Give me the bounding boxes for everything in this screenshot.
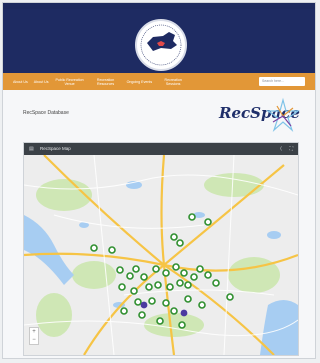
page: About Us About Us Public Recreation Venu…	[2, 2, 316, 359]
sidebar-toggle-icon[interactable]: ▤	[29, 146, 34, 152]
nav-item-venues[interactable]: Public Recreation Venue	[55, 78, 85, 86]
site-logo[interactable]	[135, 19, 187, 71]
main-nav: About Us About Us Public Recreation Venu…	[3, 73, 315, 90]
share-icon[interactable]: ⟨	[280, 146, 282, 152]
recspace-star-icon	[266, 97, 300, 132]
search-input[interactable]: Search here...	[259, 77, 305, 86]
map-graphics	[24, 154, 298, 355]
nav-item-about-2[interactable]: About Us	[34, 80, 49, 84]
page-title: RecSpace Database	[23, 110, 69, 116]
map-header: ▤ RecSpace Map ⟨ ⛶	[24, 143, 298, 155]
site-header	[3, 9, 315, 73]
fullscreen-icon[interactable]: ⛶	[289, 146, 293, 152]
map-canvas[interactable]: + −	[24, 154, 298, 355]
map-zoom-controls[interactable]: + −	[29, 327, 39, 345]
nav-item-about[interactable]: About Us	[13, 80, 28, 84]
nav-item-sessions[interactable]: Recreation Sessions	[158, 78, 188, 86]
main-content: RecSpace Database RecSpace ▤ RecSpace Ma…	[3, 90, 315, 358]
zoom-out-button[interactable]: −	[30, 336, 38, 344]
logo-emblem-icon	[139, 23, 183, 67]
map-widget: ▤ RecSpace Map ⟨ ⛶ + −	[23, 142, 299, 356]
zoom-in-button[interactable]: +	[30, 328, 38, 336]
map-title: RecSpace Map	[40, 146, 71, 151]
nav-item-events[interactable]: Ongoing Events	[127, 80, 153, 84]
nav-item-resources[interactable]: Recreation Resources	[91, 78, 121, 86]
